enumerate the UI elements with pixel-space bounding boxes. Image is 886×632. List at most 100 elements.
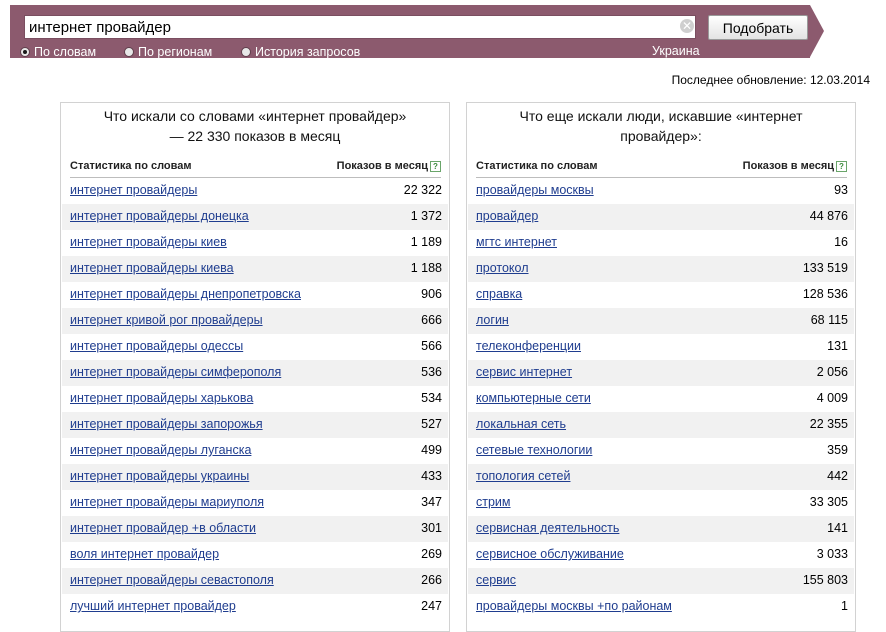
- phrase-link[interactable]: протокол: [476, 261, 529, 275]
- panel-title: Что искали со словами «интернет провайде…: [103, 108, 407, 144]
- phrase-link[interactable]: топология сетей: [476, 469, 570, 483]
- phrase-link[interactable]: интернет провайдеры украины: [70, 469, 249, 483]
- impressions-count: 68 115: [810, 313, 848, 327]
- impressions-count: 301: [421, 521, 442, 535]
- clear-icon[interactable]: ✕: [680, 19, 694, 33]
- table-row: провайдер 44 876: [468, 204, 854, 230]
- table-row: сервисное обслуживание 3 033: [468, 542, 854, 568]
- column-phrase-header: Статистика по словам: [70, 160, 192, 172]
- phrase-link[interactable]: интернет провайдеры одессы: [70, 339, 243, 353]
- phrase-link[interactable]: провайдер: [476, 209, 538, 223]
- search-bar: ✕ Подобрать По словам По регионам Истори…: [10, 5, 810, 59]
- phrase-link[interactable]: сервис: [476, 573, 516, 587]
- phrase-link[interactable]: локальная сеть: [476, 417, 566, 431]
- phrase-link[interactable]: провайдеры москвы: [476, 183, 594, 197]
- radio-icon[interactable]: [20, 47, 30, 57]
- impressions-count: 906: [421, 287, 442, 301]
- impressions-count: 2 056: [816, 365, 848, 379]
- impressions-count: 499: [421, 443, 442, 457]
- impressions-count: 131: [827, 339, 848, 353]
- table-row: интернет провайдеры киев 1 189: [62, 230, 448, 256]
- phrase-link[interactable]: логин: [476, 313, 509, 327]
- phrase-link[interactable]: интернет провайдеры харькова: [70, 391, 253, 405]
- table-row: топология сетей 442: [468, 464, 854, 490]
- table-row: логин 68 115: [468, 308, 854, 334]
- radio-icon[interactable]: [124, 47, 134, 57]
- table-row: сервис интернет 2 056: [468, 360, 854, 386]
- column-phrase-header: Статистика по словам: [476, 160, 598, 172]
- related-list: провайдеры москвы 93 провайдер 44 876 мгтс и…: [468, 178, 854, 620]
- submit-button[interactable]: Подобрать: [708, 15, 808, 40]
- search-bar-arrow: [810, 5, 824, 57]
- impressions-count: 93: [834, 183, 848, 197]
- table-row: интернет провайдеры запорожья 527: [62, 412, 448, 438]
- mode-by-regions[interactable]: По регионам: [124, 45, 212, 59]
- phrase-link[interactable]: интернет провайдеры луганска: [70, 443, 251, 457]
- phrase-link[interactable]: воля интернет провайдер: [70, 547, 219, 561]
- help-icon[interactable]: ?: [836, 160, 847, 172]
- phrase-link[interactable]: сервис интернет: [476, 365, 572, 379]
- impressions-count: 22 322: [403, 183, 442, 197]
- phrase-link[interactable]: интернет провайдеры запорожья: [70, 417, 263, 431]
- phrase-link[interactable]: интернет провайдеры симферополя: [70, 365, 281, 379]
- phrase-link[interactable]: сетевые технологии: [476, 443, 592, 457]
- mode-label: По регионам: [138, 45, 213, 59]
- table-header: Статистика по словам Показов в месяц ?: [70, 157, 441, 178]
- phrase-link[interactable]: лучший интернет провайдер: [70, 599, 236, 613]
- table-row: лучший интернет провайдер 247: [62, 594, 448, 620]
- table-row: интернет кривой рог провайдеры 666: [62, 308, 448, 334]
- table-row: интернет провайдеры украины 433: [62, 464, 448, 490]
- phrase-link[interactable]: интернет провайдеры севастополя: [70, 573, 274, 587]
- phrase-link[interactable]: справка: [476, 287, 522, 301]
- table-row: локальная сеть 22 355: [468, 412, 854, 438]
- impressions-count: 1 372: [410, 209, 442, 223]
- impressions-count: 1: [841, 599, 848, 613]
- help-icon[interactable]: ?: [430, 160, 441, 172]
- table-row: сервис 155 803: [468, 568, 854, 594]
- impressions-count: 1 188: [410, 261, 442, 275]
- column-count-label: Показов в месяц: [336, 160, 428, 172]
- phrase-link[interactable]: интернет провайдеры мариуполя: [70, 495, 264, 509]
- mode-label: По словам: [34, 45, 97, 59]
- table-row: воля интернет провайдер 269: [62, 542, 448, 568]
- search-input[interactable]: [24, 15, 696, 39]
- words-list: интернет провайдеры 22 322 интернет провай…: [62, 178, 448, 620]
- phrase-link[interactable]: интернет провайдер +в области: [70, 521, 256, 535]
- impressions-count: 1 189: [410, 235, 442, 249]
- phrase-link[interactable]: мгтс интернет: [476, 235, 557, 249]
- mode-by-words[interactable]: По словам: [20, 45, 96, 59]
- impressions-count: 128 536: [802, 287, 848, 301]
- impressions-count: 141: [827, 521, 848, 535]
- impressions-count: 155 803: [802, 573, 848, 587]
- phrase-link[interactable]: стрим: [476, 495, 511, 509]
- phrase-link[interactable]: интернет провайдеры донецка: [70, 209, 249, 223]
- table-row: интернет провайдеры симферополя 536: [62, 360, 448, 386]
- phrase-link[interactable]: интернет провайдеры: [70, 183, 197, 197]
- impressions-count: 3 033: [816, 547, 848, 561]
- impressions-count: 44 876: [809, 209, 848, 223]
- column-count-header: Показов в месяц ?: [743, 160, 847, 172]
- impressions-count: 347: [421, 495, 442, 509]
- phrase-link[interactable]: провайдеры москвы +по районам: [476, 599, 672, 613]
- mode-history[interactable]: История запросов: [241, 45, 360, 59]
- phrase-link[interactable]: интернет провайдеры днепропетровска: [70, 287, 301, 301]
- column-count-header: Показов в месяц ?: [337, 160, 441, 172]
- phrase-link[interactable]: телеконференции: [476, 339, 581, 353]
- mode-label: История запросов: [255, 45, 361, 59]
- phrase-link[interactable]: сервисное обслуживание: [476, 547, 624, 561]
- last-update: Последнее обновление: 12.03.2014: [671, 73, 870, 87]
- phrase-link[interactable]: интернет провайдеры киев: [70, 235, 227, 249]
- phrase-link[interactable]: сервисная деятельность: [476, 521, 619, 535]
- impressions-count: 566: [421, 339, 442, 353]
- table-row: сервисная деятельность 141: [468, 516, 854, 542]
- phrase-link[interactable]: интернет провайдеры киева: [70, 261, 234, 275]
- impressions-count: 527: [421, 417, 442, 431]
- impressions-count: 269: [421, 547, 442, 561]
- table-row: интернет провайдеры донецка 1 372: [62, 204, 448, 230]
- phrase-link[interactable]: интернет кривой рог провайдеры: [70, 313, 263, 327]
- phrase-link[interactable]: компьютерные сети: [476, 391, 591, 405]
- table-row: интернет провайдеры днепропетровска 906: [62, 282, 448, 308]
- table-row: интернет провайдеры луганска 499: [62, 438, 448, 464]
- region-link[interactable]: Украина: [652, 44, 700, 59]
- radio-icon[interactable]: [241, 47, 251, 57]
